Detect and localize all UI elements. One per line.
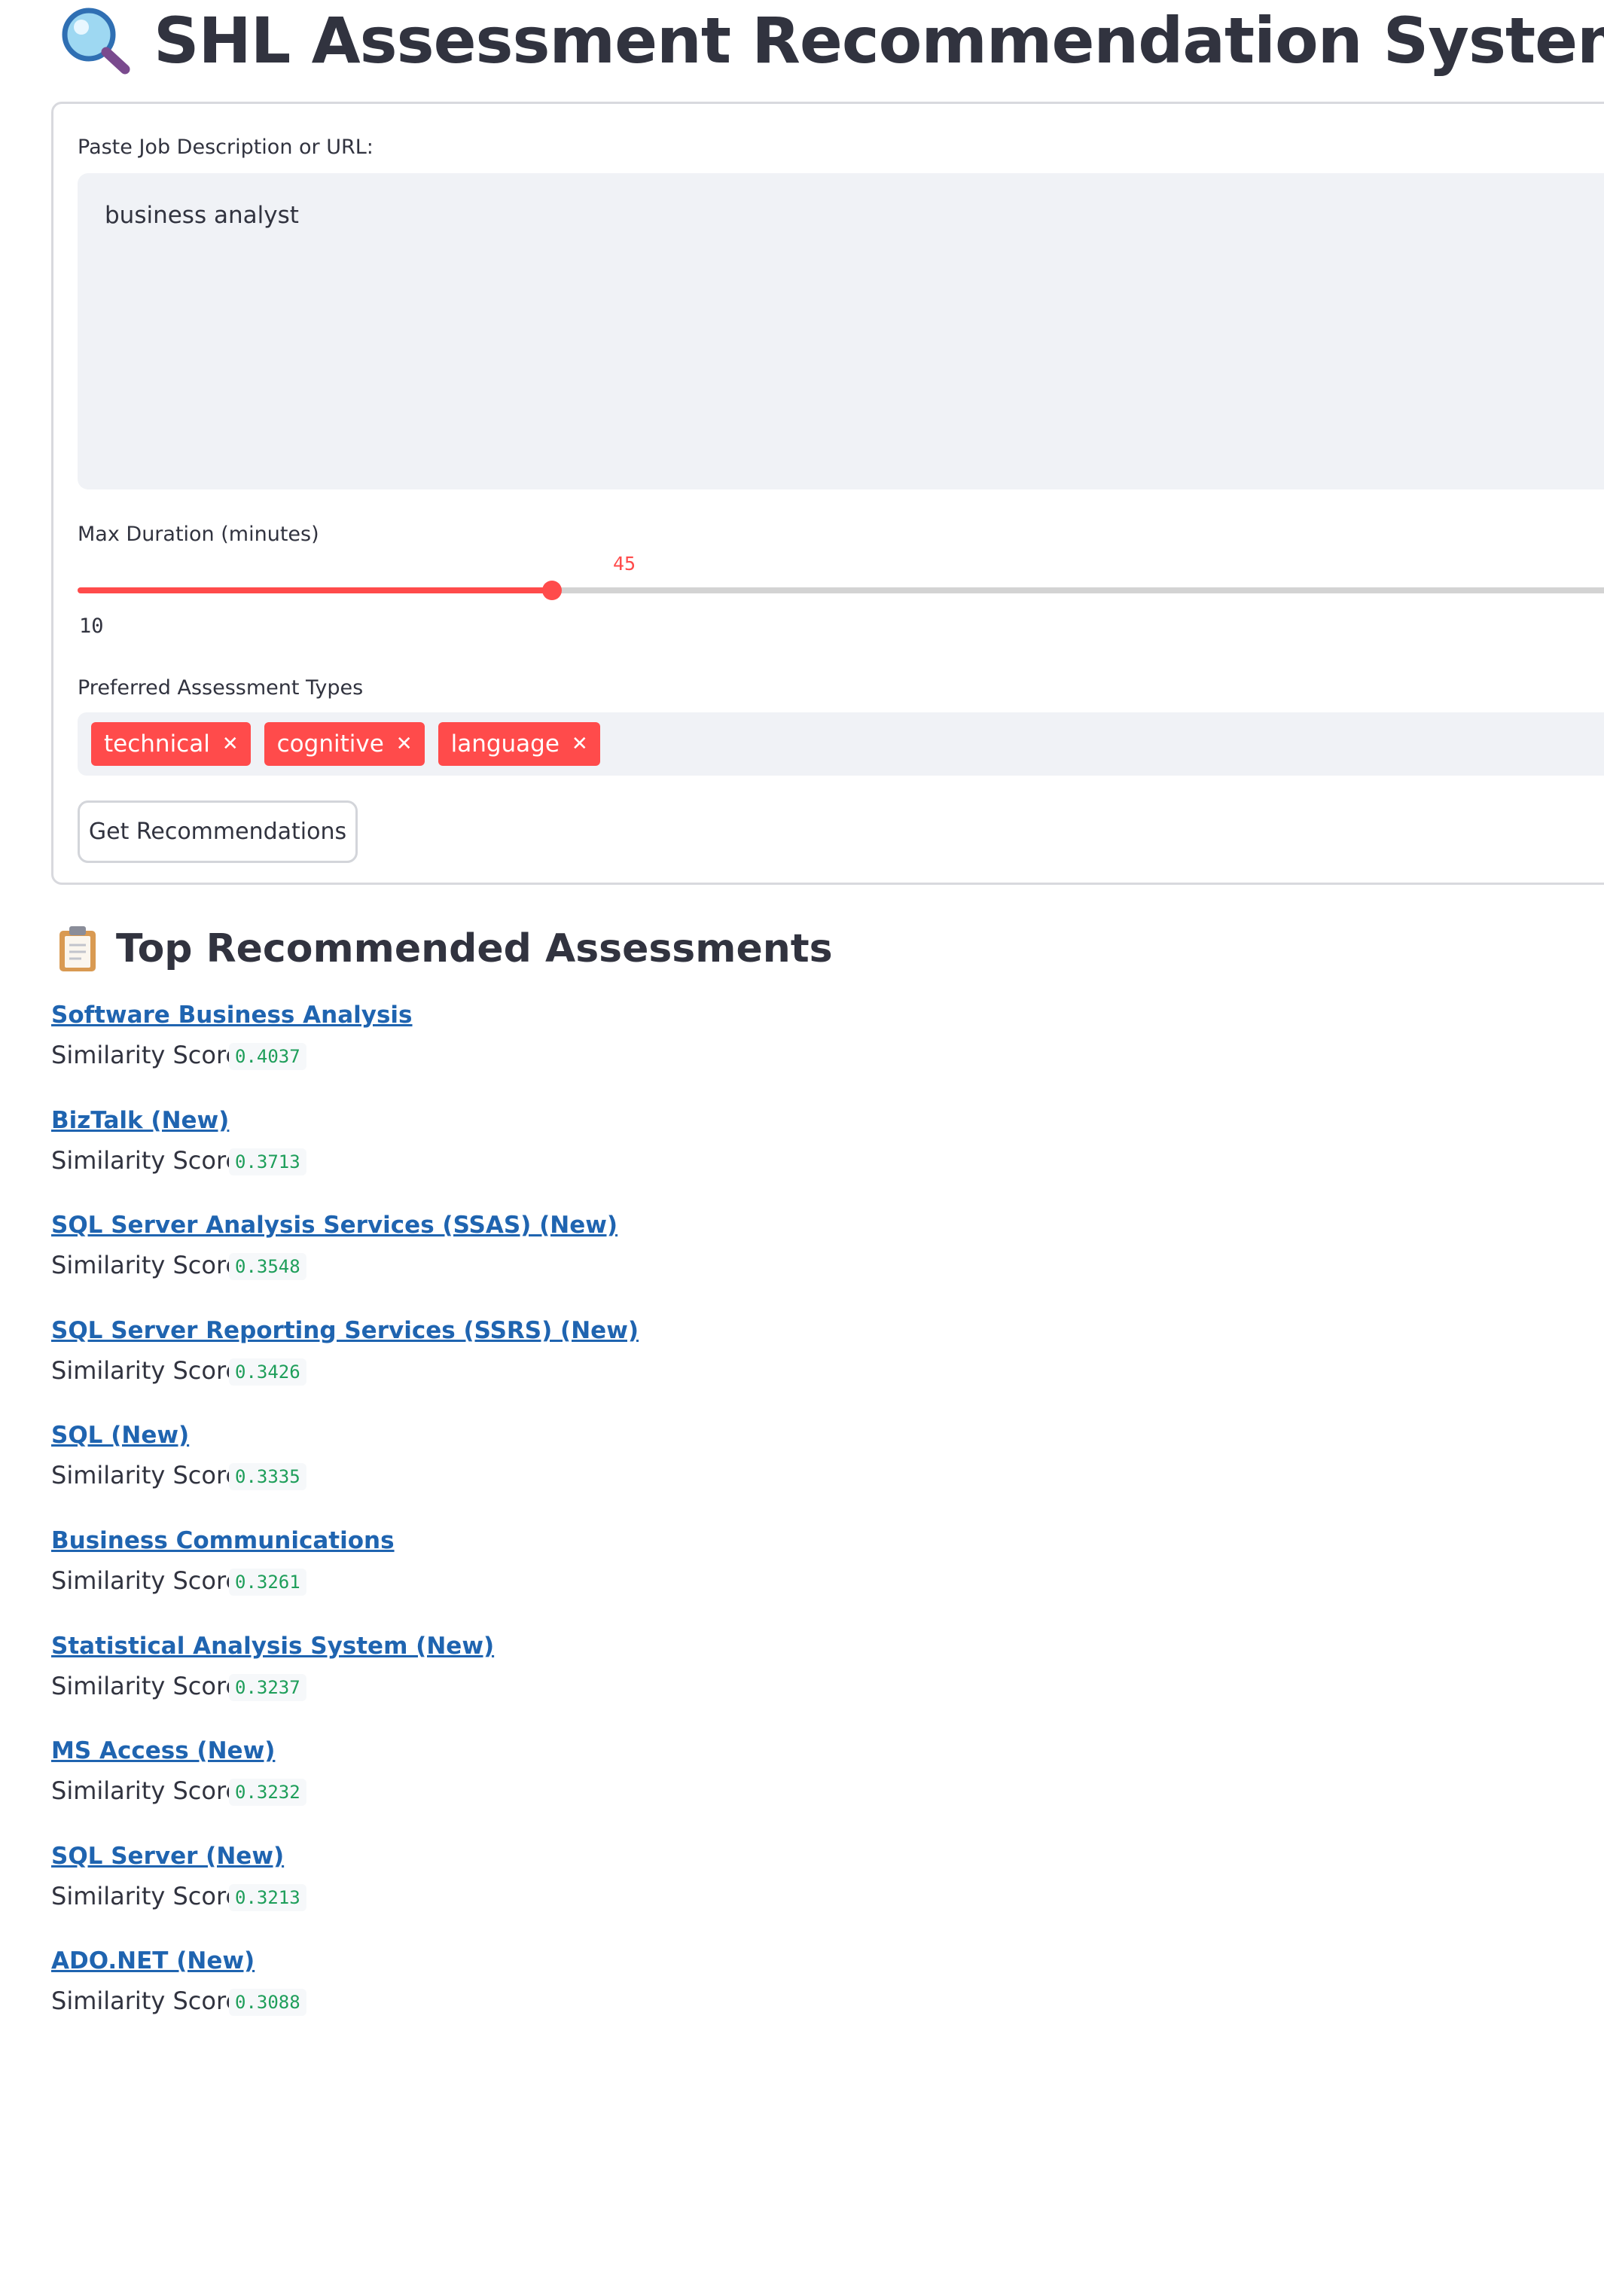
type-chip-label: technical [104,730,210,758]
assessment-link[interactable]: Business Communications [51,1527,395,1554]
result-item: ADO.NET (New) Similarity Score: 0.3088 [51,1947,955,2053]
assessment-link[interactable]: ADO.NET (New) [51,1947,255,1974]
type-chip-label: cognitive [276,730,384,758]
assessment-types-label: Preferred Assessment Types [78,676,364,700]
result-item: SQL Server (New) Similarity Score: 0.3213 [51,1843,955,1948]
result-item: Software Business Analysis Similarity Sco… [51,1002,955,1107]
similarity-score-value: 0.3713 [229,1148,306,1175]
job-description-input[interactable]: business analyst [78,173,1604,489]
magnifying-glass-icon [62,8,130,75]
assessment-link[interactable]: MS Access (New) [51,1737,275,1764]
assessment-link[interactable]: SQL Server Analysis Services (SSAS) (New… [51,1212,618,1239]
result-item: SQL Server Analysis Services (SSAS) (New… [51,1212,955,1317]
assessment-link[interactable]: SQL Server Reporting Services (SSRS) (Ne… [51,1317,639,1344]
result-item: SQL Server Reporting Services (SSRS) (Ne… [51,1317,955,1422]
page-title: SHL Assessment Recommendation System [154,4,1604,78]
slider-thumb[interactable] [542,581,562,600]
assessment-link[interactable]: BizTalk (New) [51,1107,229,1134]
result-item: BizTalk (New) Similarity Score: 0.3713 [51,1107,955,1212]
similarity-score-value: 0.3237 [229,1673,306,1701]
assessment-types-multiselect[interactable]: technical ✕ cognitive ✕ language ✕ [78,712,1604,776]
type-chip: language ✕ [438,722,600,766]
similarity-score-value: 0.3261 [229,1569,306,1596]
similarity-score-label: Similarity Score: [51,1566,249,1595]
remove-chip-icon[interactable]: ✕ [222,733,239,755]
slider-min-value: 10 [79,614,104,638]
similarity-score-label: Similarity Score: [51,1355,249,1385]
assessment-link[interactable]: SQL (New) [51,1422,189,1449]
job-description-label: Paste Job Description or URL: [78,136,374,159]
slider-current-value: 45 [612,553,636,575]
remove-chip-icon[interactable]: ✕ [572,733,588,755]
similarity-score-label: Similarity Score: [51,1041,249,1069]
similarity-score-value: 0.3548 [229,1253,306,1281]
recommendation-form: Paste Job Description or URL: business a… [51,102,1604,885]
result-item: Business Communications Similarity Score:… [51,1527,955,1633]
assessment-link[interactable]: Statistical Analysis System (New) [51,1633,494,1660]
get-recommendations-button[interactable]: Get Recommendations [78,800,358,863]
similarity-score-label: Similarity Score: [51,1881,249,1910]
similarity-score-value: 0.3232 [229,1779,306,1807]
assessment-link[interactable]: Software Business Analysis [51,1002,413,1029]
type-chip-label: language [450,730,560,758]
similarity-score-value: 0.3335 [229,1463,306,1491]
result-item: Statistical Analysis System (New) Similar… [51,1633,955,1738]
results-title: Top Recommended Assessments [116,926,833,971]
type-chip: cognitive ✕ [264,722,425,766]
assessment-link[interactable]: SQL Server (New) [51,1843,284,1870]
similarity-score-value: 0.3213 [229,1883,306,1911]
similarity-score-label: Similarity Score: [51,1987,249,2016]
max-duration-slider[interactable] [78,581,1604,600]
result-item: MS Access (New) Similarity Score: 0.3232 [51,1737,955,1843]
similarity-score-label: Similarity Score: [51,1671,249,1700]
result-item: SQL (New) Similarity Score: 0.3335 [51,1422,955,1527]
max-duration-label: Max Duration (minutes) [78,523,319,546]
type-chip: technical ✕ [91,722,251,766]
similarity-score-value: 0.3088 [229,1989,306,2017]
similarity-score-label: Similarity Score: [51,1461,249,1490]
similarity-score-value: 0.3426 [229,1358,306,1386]
app-page: SHL Assessment Recommendation System Pas… [0,0,1604,2296]
similarity-score-label: Similarity Score: [51,1145,249,1175]
similarity-score-label: Similarity Score: [51,1251,249,1280]
slider-fill [78,587,552,593]
remove-chip-icon[interactable]: ✕ [396,733,413,755]
similarity-score-value: 0.4037 [229,1043,306,1070]
header: SHL Assessment Recommendation System [59,5,1604,77]
results-heading: Top Recommended Assessments [57,925,833,973]
clipboard-icon [59,926,96,971]
similarity-score-label: Similarity Score: [51,1776,249,1806]
